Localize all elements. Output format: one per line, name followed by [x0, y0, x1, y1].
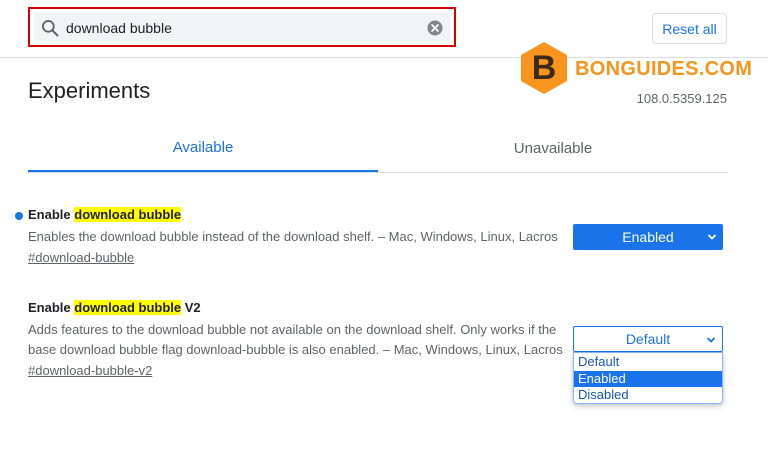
page-title: Experiments [28, 78, 151, 103]
experiment-title: Enable download bubble V2 [28, 300, 201, 315]
search-box[interactable]: download bubble [28, 7, 456, 47]
download-bubble-v2-select[interactable]: Default [573, 326, 723, 352]
tab-available[interactable]: Available [28, 124, 378, 172]
experiment-description: Adds features to the download bubble not… [28, 322, 563, 357]
option-enabled[interactable]: Enabled [574, 371, 722, 387]
experiment-link[interactable]: #download-bubble [28, 250, 134, 265]
download-bubble-select[interactable]: Enabled [573, 224, 723, 250]
chevron-down-icon [706, 337, 716, 343]
dropdown-options-list: Default Enabled Disabled [573, 352, 723, 404]
search-highlight: download bubble [74, 300, 182, 315]
option-default[interactable]: Default [574, 354, 722, 370]
bonguides-logo: B BONGUIDES.COM [517, 40, 752, 94]
search-field[interactable]: download bubble [34, 13, 450, 41]
modified-indicator-dot [15, 212, 23, 220]
tab-unavailable[interactable]: Unavailable [378, 124, 728, 172]
search-input[interactable]: download bubble [66, 20, 172, 36]
select-value: Default [625, 331, 671, 347]
brand-text: BONGUIDES.COM [575, 58, 753, 80]
experiment-title: Enable download bubble [28, 207, 182, 222]
search-highlight: download bubble [74, 207, 182, 222]
chevron-down-icon [707, 234, 717, 240]
select-value: Enabled [622, 229, 674, 245]
logo-letter: B [532, 49, 557, 87]
clear-search-icon[interactable] [426, 19, 444, 37]
version-label: 108.0.5359.125 [636, 91, 727, 106]
option-disabled[interactable]: Disabled [574, 387, 722, 403]
experiment-link[interactable]: #download-bubble-v2 [28, 363, 152, 378]
experiment-description: Enables the download bubble instead of t… [28, 229, 558, 244]
logo-hexagon-icon: B [521, 42, 567, 94]
tab-bar: Available Unavailable [28, 124, 728, 173]
search-icon [42, 20, 59, 37]
